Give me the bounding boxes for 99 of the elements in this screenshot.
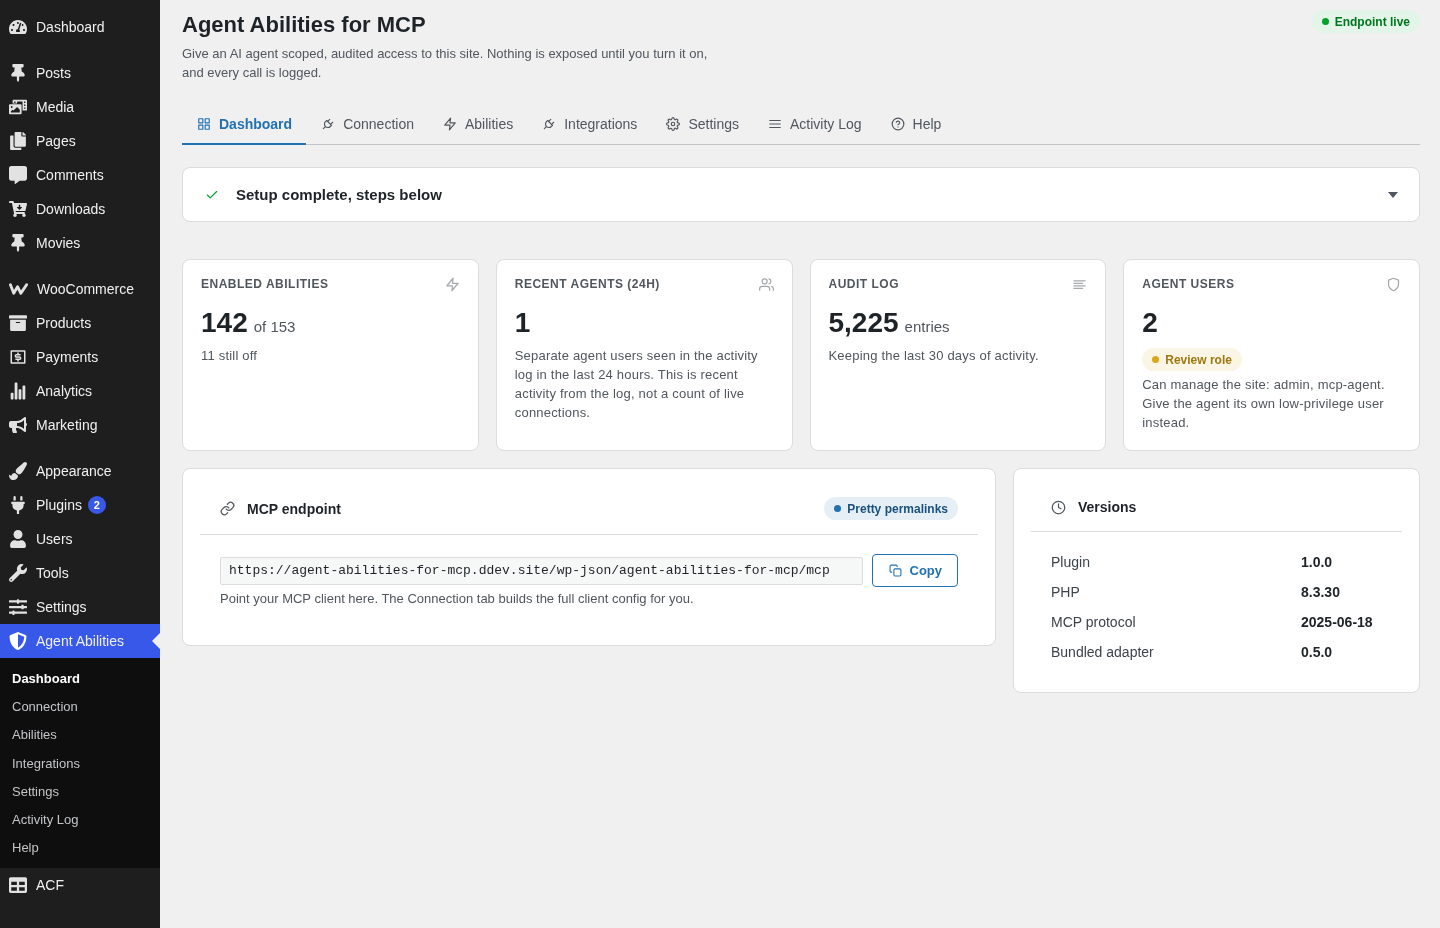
sidebar-item[interactable]: Analytics	[0, 374, 160, 408]
stat-value: 142	[201, 306, 248, 340]
sidebar-item[interactable]: Payments	[0, 340, 160, 374]
stat-value: 2	[1142, 306, 1158, 340]
wrench-icon	[9, 564, 27, 582]
submenu-item[interactable]: Dashboard	[0, 664, 160, 693]
submenu-item[interactable]: Settings	[0, 777, 160, 806]
version-value: 2025-06-18	[1301, 614, 1374, 630]
zigzag-logo-icon	[9, 283, 28, 295]
tab[interactable]: Settings	[651, 104, 753, 145]
page-description: Give an AI agent scoped, audited access to this site. Nothing is exposed until you turn it on, and every call is logged.	[182, 45, 709, 82]
status-badge: Review role	[1142, 348, 1242, 371]
stat-note: Separate agent users seen in the activity log in the last 24 hours. This is recent activity from the log, not a count of live connections.	[514, 347, 759, 422]
sidebar-item[interactable]: Comments	[0, 158, 160, 192]
lightning-icon	[442, 116, 457, 131]
status-badge: Endpoint live	[1311, 10, 1420, 33]
tab[interactable]: Activity Log	[752, 104, 876, 145]
stat-unit: entries	[904, 318, 950, 335]
url-field[interactable]: https://agent-abilities-for-mcp.ddev.site/wp-json/agent-abilities-for-mcp/mcp	[220, 556, 863, 585]
panel-title: Versions	[1078, 498, 1137, 517]
pushpin-icon	[9, 234, 27, 252]
help-icon	[890, 116, 905, 131]
setup-disclosure[interactable]: Setup complete, steps below	[182, 167, 1420, 222]
sliders-icon	[9, 598, 27, 616]
stacked-pages-icon	[9, 132, 27, 150]
page-title: Agent Abilities for MCP	[182, 11, 427, 39]
stat-value: 1	[514, 306, 531, 340]
sidebar-item[interactable]: Downloads	[0, 192, 160, 226]
plug-icon	[9, 496, 27, 514]
sidebar-item[interactable]: Pages	[0, 124, 160, 158]
card-title: AGENT USERS	[1142, 276, 1235, 292]
dollar-box-icon	[9, 348, 27, 366]
clock-icon	[1051, 499, 1066, 515]
card-title: AUDIT LOG	[828, 276, 899, 292]
gauge-icon	[9, 18, 27, 36]
tab[interactable]: Dashboard	[182, 104, 307, 145]
megaphone-icon	[9, 416, 27, 434]
archive-box-icon	[9, 314, 27, 332]
lightning-icon	[444, 276, 460, 292]
stat-unit: of 153	[253, 318, 296, 335]
copy-icon	[888, 564, 902, 577]
sidebar-item[interactable]: Posts	[0, 56, 160, 90]
sidebar-item[interactable]: ACF	[0, 868, 160, 903]
version-value: 8.3.30	[1301, 584, 1341, 600]
grid-icon	[197, 116, 211, 131]
submenu-item[interactable]: Integrations	[0, 748, 160, 778]
sidebar-item[interactable]: Appearance	[0, 454, 160, 488]
version-label: Plugin	[1051, 554, 1091, 570]
table-icon	[9, 876, 27, 895]
stat-note: Can manage the site: admin, mcp-agent. Give the agent its own low-privilege user instead.	[1142, 376, 1386, 432]
version-label: PHP	[1051, 584, 1081, 600]
shield-icon	[1386, 276, 1401, 292]
stat-note: Keeping the last 30 days of activity.	[828, 347, 1040, 365]
sidebar-item[interactable]: Settings	[0, 590, 160, 624]
sidebar-item[interactable]: Agent Abilities	[0, 624, 160, 658]
version-label: MCP protocol	[1051, 614, 1137, 630]
speech-bubble-icon	[9, 166, 27, 184]
users-icon	[758, 276, 774, 292]
sidebar-item[interactable]: Tools	[0, 556, 160, 590]
pushpin-icon	[9, 64, 27, 82]
version-value: 1.0.0	[1301, 554, 1334, 570]
sidebar-item[interactable]: Media	[0, 90, 160, 124]
link-icon	[220, 501, 235, 516]
submenu-item[interactable]: Abilities	[0, 720, 160, 749]
card-title: RECENT AGENTS (24H)	[514, 276, 660, 292]
user-icon	[9, 530, 27, 548]
sidebar-item[interactable]: Dashboard	[0, 10, 160, 44]
panel-title: MCP endpoint	[247, 499, 341, 519]
help-text: Point your MCP client here. The Connection tab builds the full client config for you.	[220, 590, 695, 608]
card-title: ENABLED ABILITIES	[201, 276, 329, 292]
cart-icon	[9, 200, 27, 218]
submenu-item[interactable]: Help	[0, 833, 160, 863]
copy-button[interactable]: Copy	[871, 554, 958, 587]
submenu-item[interactable]: Connection	[0, 692, 160, 721]
tab[interactable]: Abilities	[427, 104, 528, 145]
status-badge: Pretty permalinks	[824, 497, 958, 520]
tab[interactable]: Connection	[306, 104, 428, 145]
plug-icon	[542, 116, 557, 131]
plug-icon	[321, 116, 336, 131]
version-label: Bundled adapter	[1051, 644, 1155, 660]
shield-icon	[9, 632, 27, 650]
stat-value: 5,225	[828, 306, 899, 340]
bar-chart-icon	[9, 382, 27, 400]
settings-icon	[666, 116, 681, 131]
photo-video-icon	[9, 98, 27, 116]
submenu-item[interactable]: Activity Log	[0, 805, 160, 834]
sidebar-item[interactable]: Users	[0, 522, 160, 556]
sidebar-item[interactable]: Marketing	[0, 408, 160, 442]
sidebar-item[interactable]: Products	[0, 306, 160, 340]
stat-note: 11 still off	[201, 347, 259, 365]
sidebar-item[interactable]: Movies	[0, 226, 160, 260]
tab[interactable]: Integrations	[527, 104, 652, 145]
pointer-notch-icon	[152, 633, 160, 649]
tab[interactable]: Help	[875, 104, 956, 145]
count-badge: 2	[87, 496, 106, 514]
version-value: 0.5.0	[1301, 644, 1334, 660]
paintbrush-icon	[9, 462, 27, 480]
sidebar-item[interactable]: Plugins 2	[0, 488, 160, 522]
sidebar-item[interactable]: WooCommerce	[0, 272, 160, 306]
